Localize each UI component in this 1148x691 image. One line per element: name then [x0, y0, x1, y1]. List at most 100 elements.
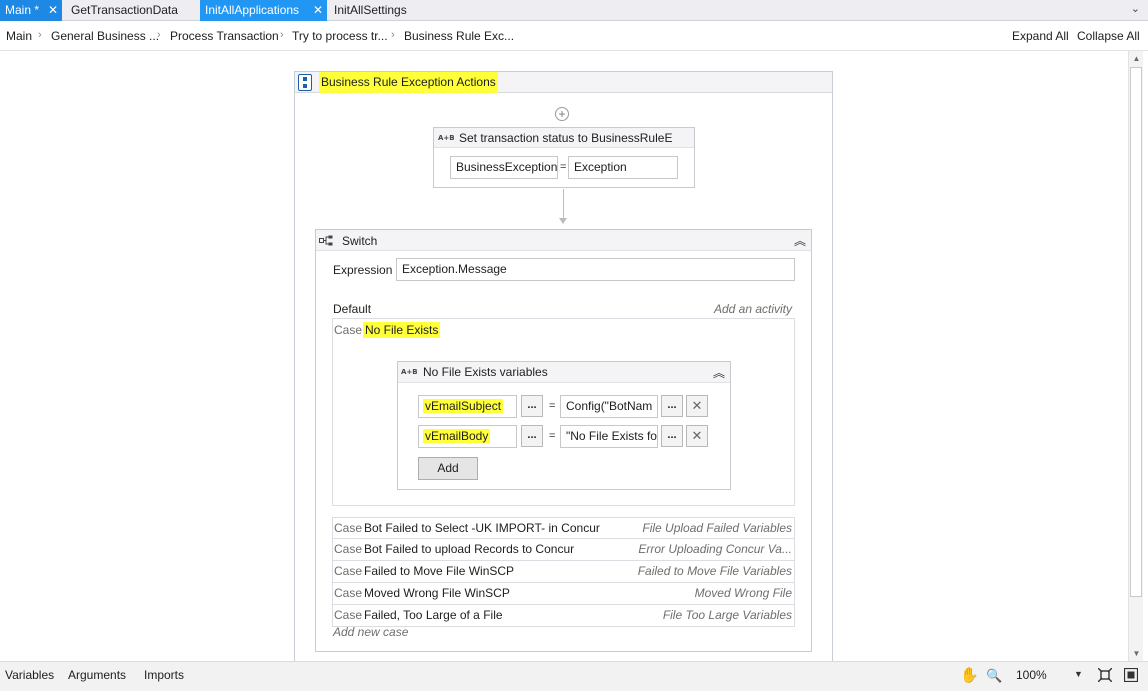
- case-name: Bot Failed to Select -UK IMPORT- in Conc…: [364, 521, 600, 535]
- close-icon[interactable]: ✕: [313, 0, 323, 21]
- designer-status-bar: Variables Arguments Imports ✋ 🔍 100% ▼: [0, 661, 1148, 691]
- sequence-activity[interactable]: Business Rule Exception Actions + A+B Se…: [294, 71, 833, 661]
- imports-panel-button[interactable]: Imports: [144, 668, 184, 682]
- sequence-icon: [298, 74, 312, 91]
- case-activity[interactable]: Moved Wrong File: [695, 586, 792, 600]
- case-row[interactable]: Case Bot Failed to upload Records to Con…: [332, 539, 795, 561]
- tab-overflow-chevron-icon[interactable]: ⌄: [1131, 2, 1140, 15]
- expand-all-button[interactable]: Expand All: [1012, 29, 1069, 43]
- chevron-right-icon: ›: [38, 29, 42, 41]
- equals-sign: =: [549, 430, 556, 442]
- add-new-case-link[interactable]: Add new case: [333, 625, 408, 639]
- breadcrumb: Main › General Business ... › Process Tr…: [0, 21, 1148, 51]
- hand-pan-icon[interactable]: ✋: [960, 666, 979, 684]
- remove-row-close-icon[interactable]: ✕: [686, 425, 708, 447]
- case-name: Failed to Move File WinSCP: [364, 564, 515, 578]
- remove-row-close-icon[interactable]: ✕: [686, 395, 708, 417]
- case-row[interactable]: Case Moved Wrong File WinSCP Moved Wrong…: [332, 583, 795, 605]
- assign-icon: A+B: [438, 134, 455, 142]
- chevron-right-icon: ›: [280, 29, 284, 41]
- switch-header: Switch ︽: [316, 230, 811, 251]
- tab-init-all-settings[interactable]: InitAllSettings: [329, 0, 429, 21]
- expression-input[interactable]: Exception.Message: [396, 258, 795, 281]
- default-label: Default: [333, 302, 372, 316]
- case-assign-header: A+B No File Exists variables ︽: [398, 362, 730, 383]
- equals-sign: =: [549, 400, 556, 412]
- tab-get-transaction-data[interactable]: GetTransactionData: [66, 0, 194, 21]
- variable-name: vEmailSubject: [423, 399, 504, 413]
- assign-value-field[interactable]: Config("BotNam: [560, 395, 658, 418]
- case-label: Case: [334, 323, 363, 337]
- assign-title: Set transaction status to BusinessRuleE: [459, 131, 673, 145]
- case-name: Bot Failed to upload Records to Concur: [364, 542, 575, 556]
- expression-editor-button[interactable]: ...: [661, 395, 683, 417]
- assign-value-field[interactable]: "No File Exists fo: [560, 425, 658, 448]
- case-assign-activity[interactable]: A+B No File Exists variables ︽ vEmailSub…: [397, 361, 731, 490]
- tab-label: Main *: [5, 3, 40, 17]
- expression-editor-button[interactable]: ...: [521, 425, 543, 447]
- scrollbar-thumb[interactable]: [1130, 67, 1142, 597]
- add-button[interactable]: Add: [418, 457, 478, 480]
- assign-header: A+B Set transaction status to BusinessRu…: [434, 128, 694, 148]
- scroll-up-icon[interactable]: ▲: [1131, 54, 1142, 63]
- tab-main[interactable]: Main * ✕: [0, 0, 62, 21]
- sequence-header[interactable]: Business Rule Exception Actions: [295, 72, 832, 93]
- case-name: Moved Wrong File WinSCP: [364, 586, 510, 600]
- close-icon[interactable]: ✕: [48, 0, 58, 21]
- expression-label: Expression: [333, 263, 393, 277]
- case-label: Case: [334, 586, 363, 600]
- flow-connector: [563, 189, 564, 221]
- chevron-down-icon[interactable]: ▼: [1074, 669, 1083, 679]
- breadcrumb-item-process-transaction[interactable]: Process Transaction: [170, 29, 279, 43]
- case-activity[interactable]: File Upload Failed Variables: [642, 521, 792, 535]
- case-label: Case: [334, 542, 363, 556]
- overview-icon[interactable]: [1124, 668, 1138, 682]
- zoom-level[interactable]: 100%: [1016, 668, 1047, 682]
- tab-label: InitAllSettings: [334, 3, 407, 17]
- breadcrumb-item-main[interactable]: Main: [6, 29, 32, 43]
- tab-init-all-applications[interactable]: InitAllApplications ✕: [200, 0, 327, 21]
- assign-to-field[interactable]: vEmailSubject: [418, 395, 517, 418]
- case-activity[interactable]: File Too Large Variables: [663, 608, 792, 622]
- expanded-case[interactable]: Case No File Exists A+B No File Exists v…: [332, 318, 795, 506]
- breadcrumb-item-general-business[interactable]: General Business ...: [51, 29, 159, 43]
- add-activity-plus-icon[interactable]: +: [555, 107, 569, 121]
- breadcrumb-item-try-to-process[interactable]: Try to process tr...: [292, 29, 388, 43]
- expression-editor-button[interactable]: ...: [521, 395, 543, 417]
- breadcrumb-item-business-rule[interactable]: Business Rule Exc...: [404, 29, 514, 43]
- chevron-right-icon: ›: [157, 29, 161, 41]
- designer-canvas[interactable]: Business Rule Exception Actions + A+B Se…: [0, 51, 1128, 661]
- tab-label: GetTransactionData: [71, 3, 178, 17]
- case-label: Case: [334, 521, 363, 535]
- arguments-panel-button[interactable]: Arguments: [68, 668, 126, 682]
- collapse-all-button[interactable]: Collapse All: [1077, 29, 1140, 43]
- search-icon[interactable]: 🔍: [986, 668, 1002, 684]
- variables-panel-button[interactable]: Variables: [5, 668, 54, 682]
- scroll-down-icon[interactable]: ▼: [1131, 649, 1142, 658]
- case-activity[interactable]: Failed to Move File Variables: [638, 564, 792, 578]
- switch-activity[interactable]: Switch ︽ Expression Exception.Message De…: [315, 229, 812, 652]
- document-tab-strip: Main * ✕ GetTransactionData InitAllAppli…: [0, 0, 1148, 21]
- case-row[interactable]: Case Failed, Too Large of a File File To…: [332, 605, 795, 627]
- case-label: Case: [334, 564, 363, 578]
- case-name[interactable]: No File Exists: [363, 322, 441, 338]
- variable-name: vEmailBody: [423, 429, 491, 443]
- collapse-icon[interactable]: ︽: [713, 364, 725, 381]
- multiple-assign-icon: A+B: [401, 368, 418, 376]
- assign-value-field[interactable]: Exception: [568, 156, 678, 179]
- case-assign-title: No File Exists variables: [423, 365, 548, 379]
- case-label: Case: [334, 608, 363, 622]
- case-row[interactable]: Case Bot Failed to Select -UK IMPORT- in…: [332, 517, 795, 539]
- sequence-title: Business Rule Exception Actions: [319, 72, 498, 93]
- vertical-scrollbar[interactable]: ▲ ▼: [1128, 51, 1143, 661]
- collapse-icon[interactable]: ︽: [794, 232, 806, 249]
- expression-editor-button[interactable]: ...: [661, 425, 683, 447]
- assign-activity[interactable]: A+B Set transaction status to BusinessRu…: [433, 127, 695, 188]
- assign-to-field[interactable]: BusinessException: [450, 156, 558, 179]
- tab-label: InitAllApplications: [205, 3, 300, 17]
- case-activity[interactable]: Error Uploading Concur Va...: [638, 542, 792, 556]
- add-an-activity-link[interactable]: Add an activity: [714, 302, 792, 316]
- case-row[interactable]: Case Failed to Move File WinSCP Failed t…: [332, 561, 795, 583]
- fit-to-screen-icon[interactable]: [1098, 668, 1112, 682]
- assign-to-field[interactable]: vEmailBody: [418, 425, 517, 448]
